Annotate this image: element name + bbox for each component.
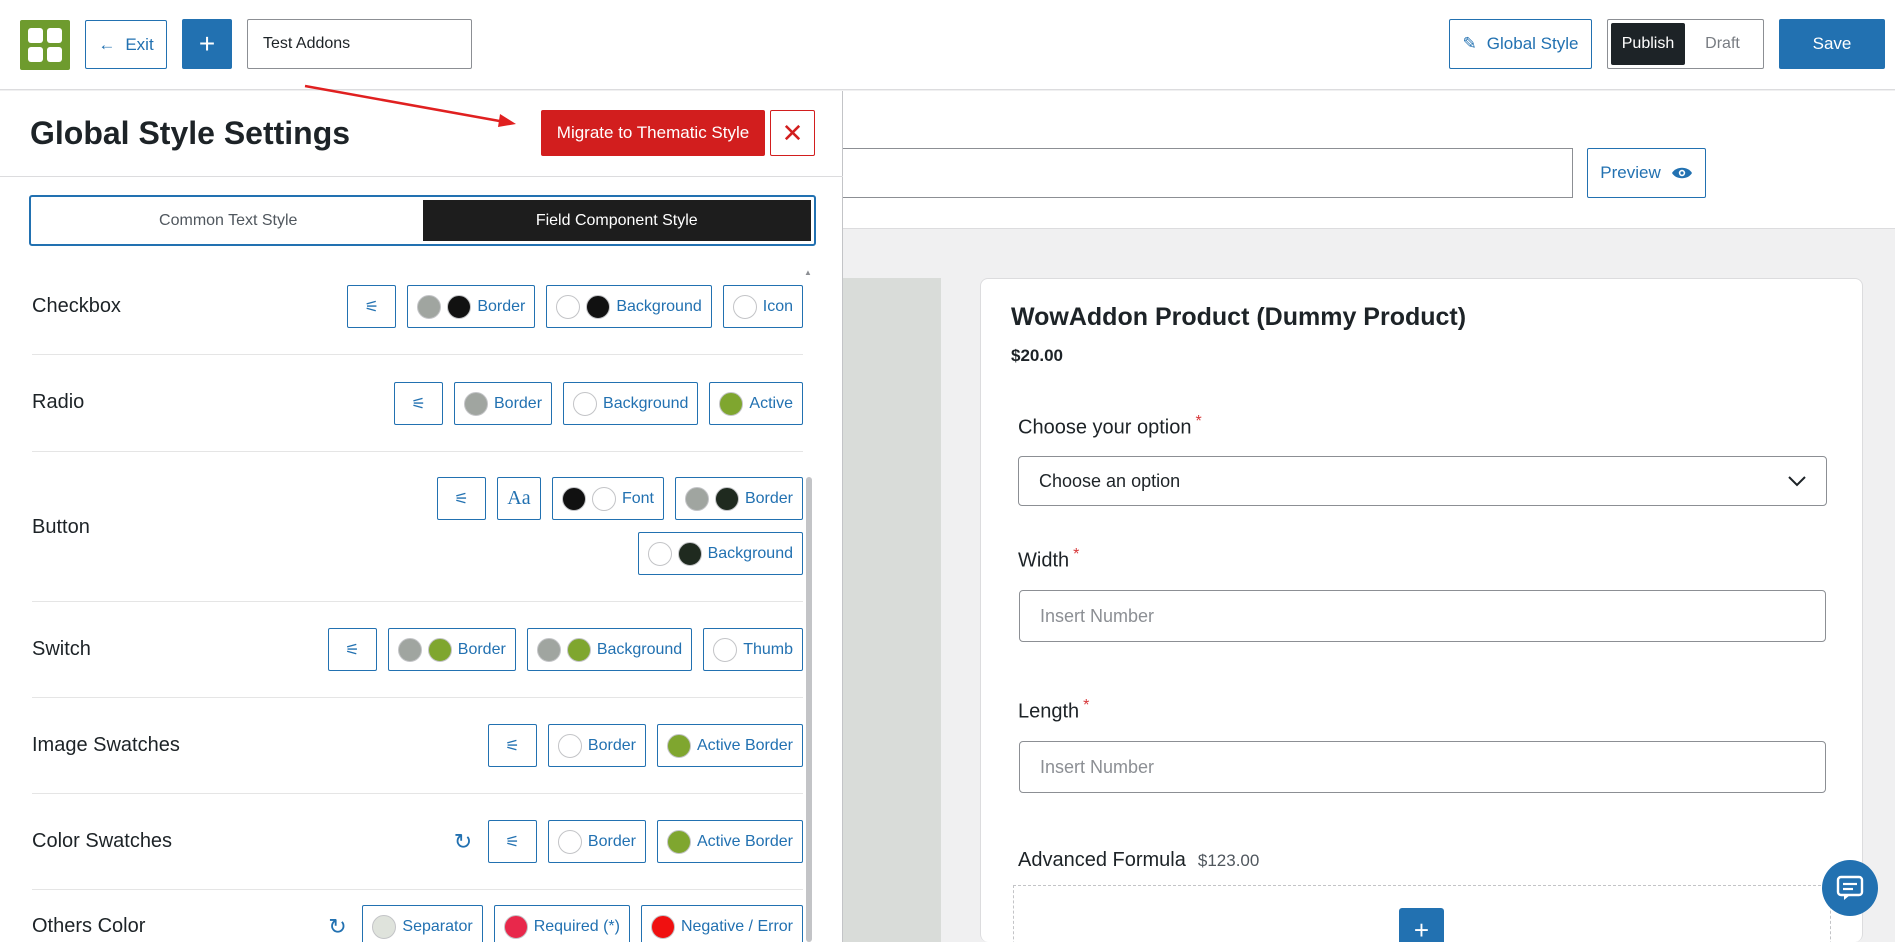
checkbox-border-button[interactable]: Border <box>407 285 536 328</box>
image-swatches-border-button[interactable]: Border <box>547 724 646 767</box>
switch-settings-button[interactable]: ⚟ <box>327 628 377 671</box>
editor-title-field[interactable] <box>843 148 1573 198</box>
switch-border-button[interactable]: Border <box>387 628 516 671</box>
app-logo-icon <box>20 20 70 70</box>
checkbox-background-button[interactable]: Background <box>546 285 712 328</box>
sliders-icon: ⚟ <box>505 833 520 851</box>
publish-toggle: Publish Draft <box>1607 19 1764 69</box>
canvas-column <box>843 278 941 942</box>
tab-common-text-style[interactable]: Common Text Style <box>34 200 423 241</box>
radio-active-button[interactable]: Active <box>709 382 803 425</box>
sliders-icon: ⚟ <box>454 490 469 508</box>
radio-row: Radio ⚟ Border Background Active <box>32 355 803 452</box>
image-swatches-active-border-button[interactable]: Active Border <box>656 724 803 767</box>
color-swatches-active-border-button[interactable]: Active Border <box>656 820 803 863</box>
others-color-row: Others Color ↻ Separator Required (*) Ne… <box>32 890 803 942</box>
tab-field-component-style[interactable]: Field Component Style <box>422 200 811 241</box>
required-color-button[interactable]: Required (*) <box>493 905 630 942</box>
panel-divider <box>0 176 843 177</box>
style-tabs: Common Text Style Field Component Style <box>29 195 816 246</box>
color-swatches-border-button[interactable]: Border <box>547 820 646 863</box>
button-background-button[interactable]: Background <box>637 532 803 575</box>
exit-label: Exit <box>125 34 154 54</box>
product-price: $20.00 <box>1011 346 1063 365</box>
field-label-option: Choose your option * <box>1018 413 1202 439</box>
field-label-width: Width * <box>1018 546 1080 572</box>
add-button[interactable]: + <box>182 19 232 69</box>
button-settings-button[interactable]: ⚟ <box>436 477 486 520</box>
field-label-formula: Advanced Formula $123.00 <box>1018 849 1260 871</box>
add-field-button[interactable]: + <box>1399 908 1444 942</box>
color-swatches-settings-button[interactable]: ⚟ <box>487 820 537 863</box>
scrollbar-thumb[interactable] <box>806 477 812 942</box>
row-label: Checkbox <box>32 295 121 317</box>
product-preview-card: WowAddon Product (Dummy Product) $20.00 … <box>980 278 1863 942</box>
typography-icon: Aa <box>507 487 531 509</box>
button-border-button[interactable]: Border <box>674 477 803 520</box>
radio-border-button[interactable]: Border <box>454 382 553 425</box>
color-swatches-row: Color Swatches ↻ ⚟ Border Active Border <box>32 794 803 890</box>
preview-button[interactable]: Preview <box>1587 148 1706 198</box>
switch-row: Switch ⚟ Border Background Thumb <box>32 602 803 698</box>
eye-icon <box>1671 167 1692 179</box>
checkbox-settings-button[interactable]: ⚟ <box>347 285 397 328</box>
close-icon: ✕ <box>781 117 804 148</box>
switch-background-button[interactable]: Background <box>526 628 693 671</box>
brush-icon: ✎ <box>1462 34 1477 53</box>
chevron-down-icon <box>1788 475 1806 486</box>
radio-settings-button[interactable]: ⚟ <box>394 382 443 425</box>
reset-icon[interactable]: ↻ <box>449 829 477 855</box>
save-button[interactable]: Save <box>1779 19 1885 69</box>
exit-button[interactable]: ← Exit <box>85 20 167 69</box>
addon-title-input[interactable]: Test Addons <box>247 19 472 69</box>
checkbox-icon-button[interactable]: Icon <box>722 285 803 328</box>
negative-error-color-button[interactable]: Negative / Error <box>640 905 803 942</box>
annotation-arrow <box>304 84 516 127</box>
global-style-panel: Global Style Settings Migrate to Themati… <box>0 91 843 942</box>
sliders-icon: ⚟ <box>411 395 426 413</box>
row-label: Color Swatches <box>32 830 173 852</box>
reset-icon[interactable]: ↻ <box>323 914 351 940</box>
length-input[interactable]: Insert Number <box>1019 741 1826 793</box>
sliders-icon: ⚟ <box>345 641 360 659</box>
button-row: Button ⚟ Aa Font Border Background <box>32 452 803 602</box>
chat-icon <box>1836 875 1864 900</box>
arrow-left-icon: ← <box>98 34 116 54</box>
migrate-thematic-button[interactable]: Migrate to Thematic Style <box>541 110 765 156</box>
preview-label: Preview <box>1600 163 1661 182</box>
separator-color-button[interactable]: Separator <box>362 905 483 942</box>
field-label-length: Length * <box>1018 697 1090 723</box>
option-select-value: Choose an option <box>1039 470 1181 491</box>
option-select[interactable]: Choose an option <box>1018 456 1827 506</box>
global-style-label: Global Style <box>1486 34 1579 53</box>
scroll-up-icon[interactable]: ▲ <box>804 268 812 277</box>
image-swatches-settings-button[interactable]: ⚟ <box>487 724 537 767</box>
sliders-icon: ⚟ <box>505 737 520 755</box>
row-label: Button <box>32 516 90 538</box>
global-style-button[interactable]: ✎ Global Style <box>1449 19 1592 69</box>
top-bar: ← Exit + Test Addons ✎ Global Style Publ… <box>0 0 1895 90</box>
radio-background-button[interactable]: Background <box>563 382 699 425</box>
row-label: Radio <box>32 391 85 413</box>
row-label: Others Color <box>32 915 146 937</box>
button-typography-button[interactable]: Aa <box>496 477 541 520</box>
row-label: Switch <box>32 638 91 660</box>
chat-button[interactable] <box>1822 860 1878 916</box>
checkbox-row: Checkbox ⚟ Border Background Icon <box>32 267 803 355</box>
draft-option[interactable]: Draft <box>1685 35 1760 53</box>
close-panel-button[interactable]: ✕ <box>770 110 815 156</box>
row-label: Image Swatches <box>32 734 180 756</box>
image-swatches-row: Image Swatches ⚟ Border Active Border <box>32 698 803 794</box>
button-font-button[interactable]: Font <box>551 477 664 520</box>
publish-option[interactable]: Publish <box>1611 23 1685 65</box>
product-title: WowAddon Product (Dummy Product) <box>1011 303 1467 331</box>
width-input[interactable]: Insert Number <box>1019 590 1826 642</box>
switch-thumb-button[interactable]: Thumb <box>703 628 803 671</box>
sliders-icon: ⚟ <box>364 298 379 316</box>
